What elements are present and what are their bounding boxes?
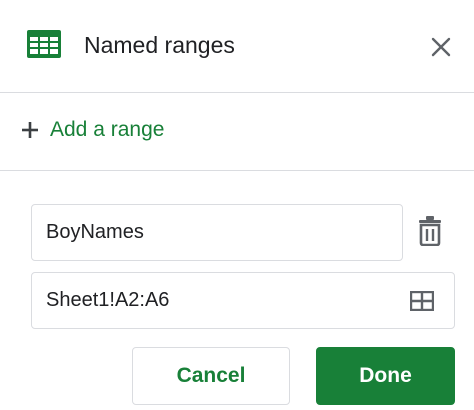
add-range-label: Add a range	[50, 118, 165, 141]
add-range-button[interactable]: Add a range	[20, 113, 164, 147]
google-sheets-icon	[27, 30, 61, 58]
section-divider	[0, 170, 474, 171]
done-button[interactable]: Done	[316, 347, 455, 405]
range-name-input[interactable]	[31, 204, 403, 261]
cancel-button[interactable]: Cancel	[132, 347, 290, 405]
close-icon[interactable]	[428, 34, 454, 60]
range-reference-field	[31, 272, 455, 329]
trash-icon[interactable]	[417, 216, 443, 246]
header-divider	[0, 92, 474, 93]
range-reference-input[interactable]	[31, 272, 455, 329]
panel-title: Named ranges	[84, 32, 235, 58]
named-ranges-panel: Named ranges Add a range Cancel Done	[0, 0, 474, 410]
panel-header: Named ranges	[0, 0, 474, 92]
plus-icon	[22, 122, 38, 138]
grid-icon[interactable]	[410, 291, 434, 311]
